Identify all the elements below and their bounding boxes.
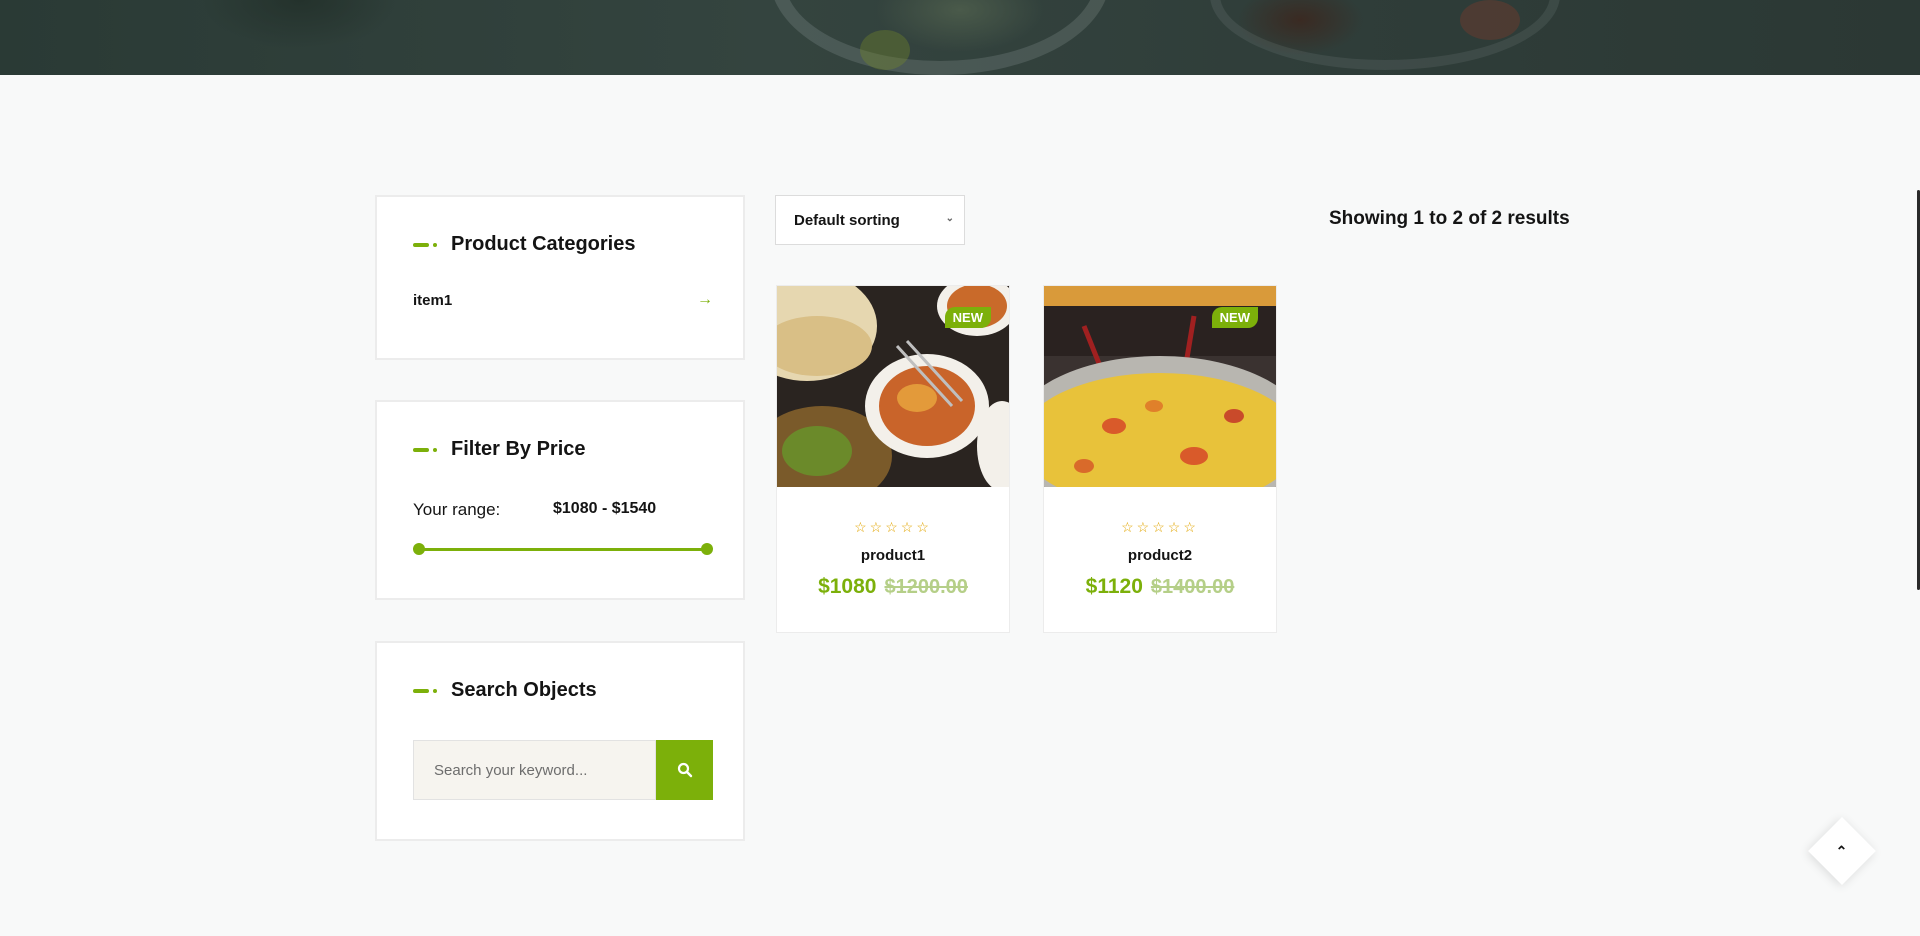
range-value: $1080 - $1540 [553,500,657,517]
price-slider-track [419,548,707,551]
sorting-select[interactable]: Default sorting ⌄ [775,195,965,245]
page-scrollbar[interactable] [1916,0,1920,936]
search-widget: Search Objects [375,641,745,841]
results-count: Showing 1 to 2 of 2 results [1329,208,1570,229]
range-label: Your range: [413,500,501,519]
price-filter-title: Filter By Price [451,438,586,460]
product-price: $1080 $1200.00 [777,575,1009,599]
hero-plate-image [770,0,1110,75]
product-name[interactable]: product1 [777,547,1009,564]
old-price: $1200.00 [884,576,968,598]
product-card[interactable]: NEW ☆☆☆☆☆ product2 $1120 $1400.00 [1043,285,1277,633]
old-price: $1400.00 [1150,576,1235,598]
title-dash-icon [413,688,429,693]
category-label: item1 [413,291,453,309]
category-item-item1[interactable]: item1 → [413,291,713,309]
title-dash-icon [413,447,429,452]
search-button[interactable] [656,740,713,800]
price-slider-min-handle[interactable] [413,543,425,555]
sorting-select-value: Default sorting [794,211,900,229]
price-slider[interactable] [413,543,713,555]
product-categories-title: Product Categories [451,233,636,255]
price-slider-max-handle[interactable] [701,543,713,555]
product-price: $1120 $1400.00 [1044,575,1276,599]
search-objects-title: Search Objects [451,679,597,701]
title-dot-icon [433,447,437,452]
chevron-up-icon: ⌃ [1836,842,1848,859]
scroll-to-top-button[interactable]: ⌃ [1808,817,1876,885]
new-badge: NEW [1211,307,1258,328]
arrow-right-icon: → [697,291,713,308]
hero-banner [0,0,1920,75]
price-filter-widget: Filter By Price Your range: $1080 - $154… [375,400,745,600]
hero-food-image [1460,0,1520,40]
chevron-down-icon: ⌄ [945,213,954,224]
widget-title: Product Categories [413,233,635,256]
rating-stars-icon: ☆☆☆☆☆ [854,519,932,535]
search-input[interactable] [413,740,656,800]
widget-title: Filter By Price [413,438,586,461]
widget-title: Search Objects [413,679,597,702]
product-name[interactable]: product2 [1044,547,1276,564]
new-badge: NEW [944,307,991,328]
current-price: $1120 [1085,575,1143,598]
search-form [413,740,713,800]
hero-food-image [860,30,910,70]
rating-stars-icon: ☆☆☆☆☆ [1121,519,1199,535]
search-icon [677,762,692,778]
title-dot-icon [433,688,437,693]
product-image[interactable]: NEW [1044,286,1276,487]
title-dash-icon [413,242,429,247]
current-price: $1080 [818,575,877,598]
title-dot-icon [433,242,437,247]
product-categories-widget: Product Categories item1 → [375,195,745,360]
product-card[interactable]: NEW ☆☆☆☆☆ product1 $1080 $1200.00 [776,285,1010,633]
product-image[interactable]: NEW [777,286,1009,487]
